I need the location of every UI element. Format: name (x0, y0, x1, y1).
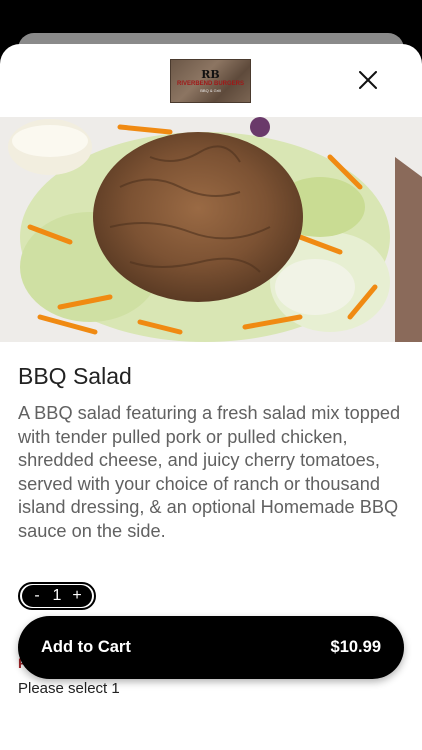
item-title: BBQ Salad (18, 363, 132, 389)
quantity-stepper: - 1 + (18, 581, 96, 610)
item-photo (0, 117, 422, 342)
modal-header: RB RIVERBEND BURGERS BBQ & Grill (0, 44, 422, 117)
add-to-cart-button[interactable]: Add to Cart $10.99 (18, 616, 404, 679)
close-button[interactable] (354, 66, 382, 94)
item-details: BBQ Salad A BBQ salad featuring a fresh … (0, 362, 422, 645)
decrease-quantity-button[interactable]: - (31, 587, 43, 605)
add-to-cart-label: Add to Cart (41, 638, 131, 656)
salad-image (0, 117, 422, 342)
cart-price: $10.99 (330, 638, 381, 656)
quantity-value: 1 (52, 586, 62, 604)
restaurant-logo: RB RIVERBEND BURGERS BBQ & Grill (170, 59, 251, 103)
logo-subtitle: BBQ & Grill (200, 87, 221, 93)
logo-mark: RB (201, 67, 220, 81)
close-icon (359, 71, 377, 89)
option-select-hint: Please select 1 (18, 680, 120, 697)
logo-name: RIVERBEND BURGERS (176, 80, 244, 87)
item-description: A BBQ salad featuring a fresh salad mix … (18, 403, 401, 541)
increase-quantity-button[interactable]: + (71, 587, 83, 605)
quantity-stepper-pill: - 1 + (22, 584, 92, 607)
